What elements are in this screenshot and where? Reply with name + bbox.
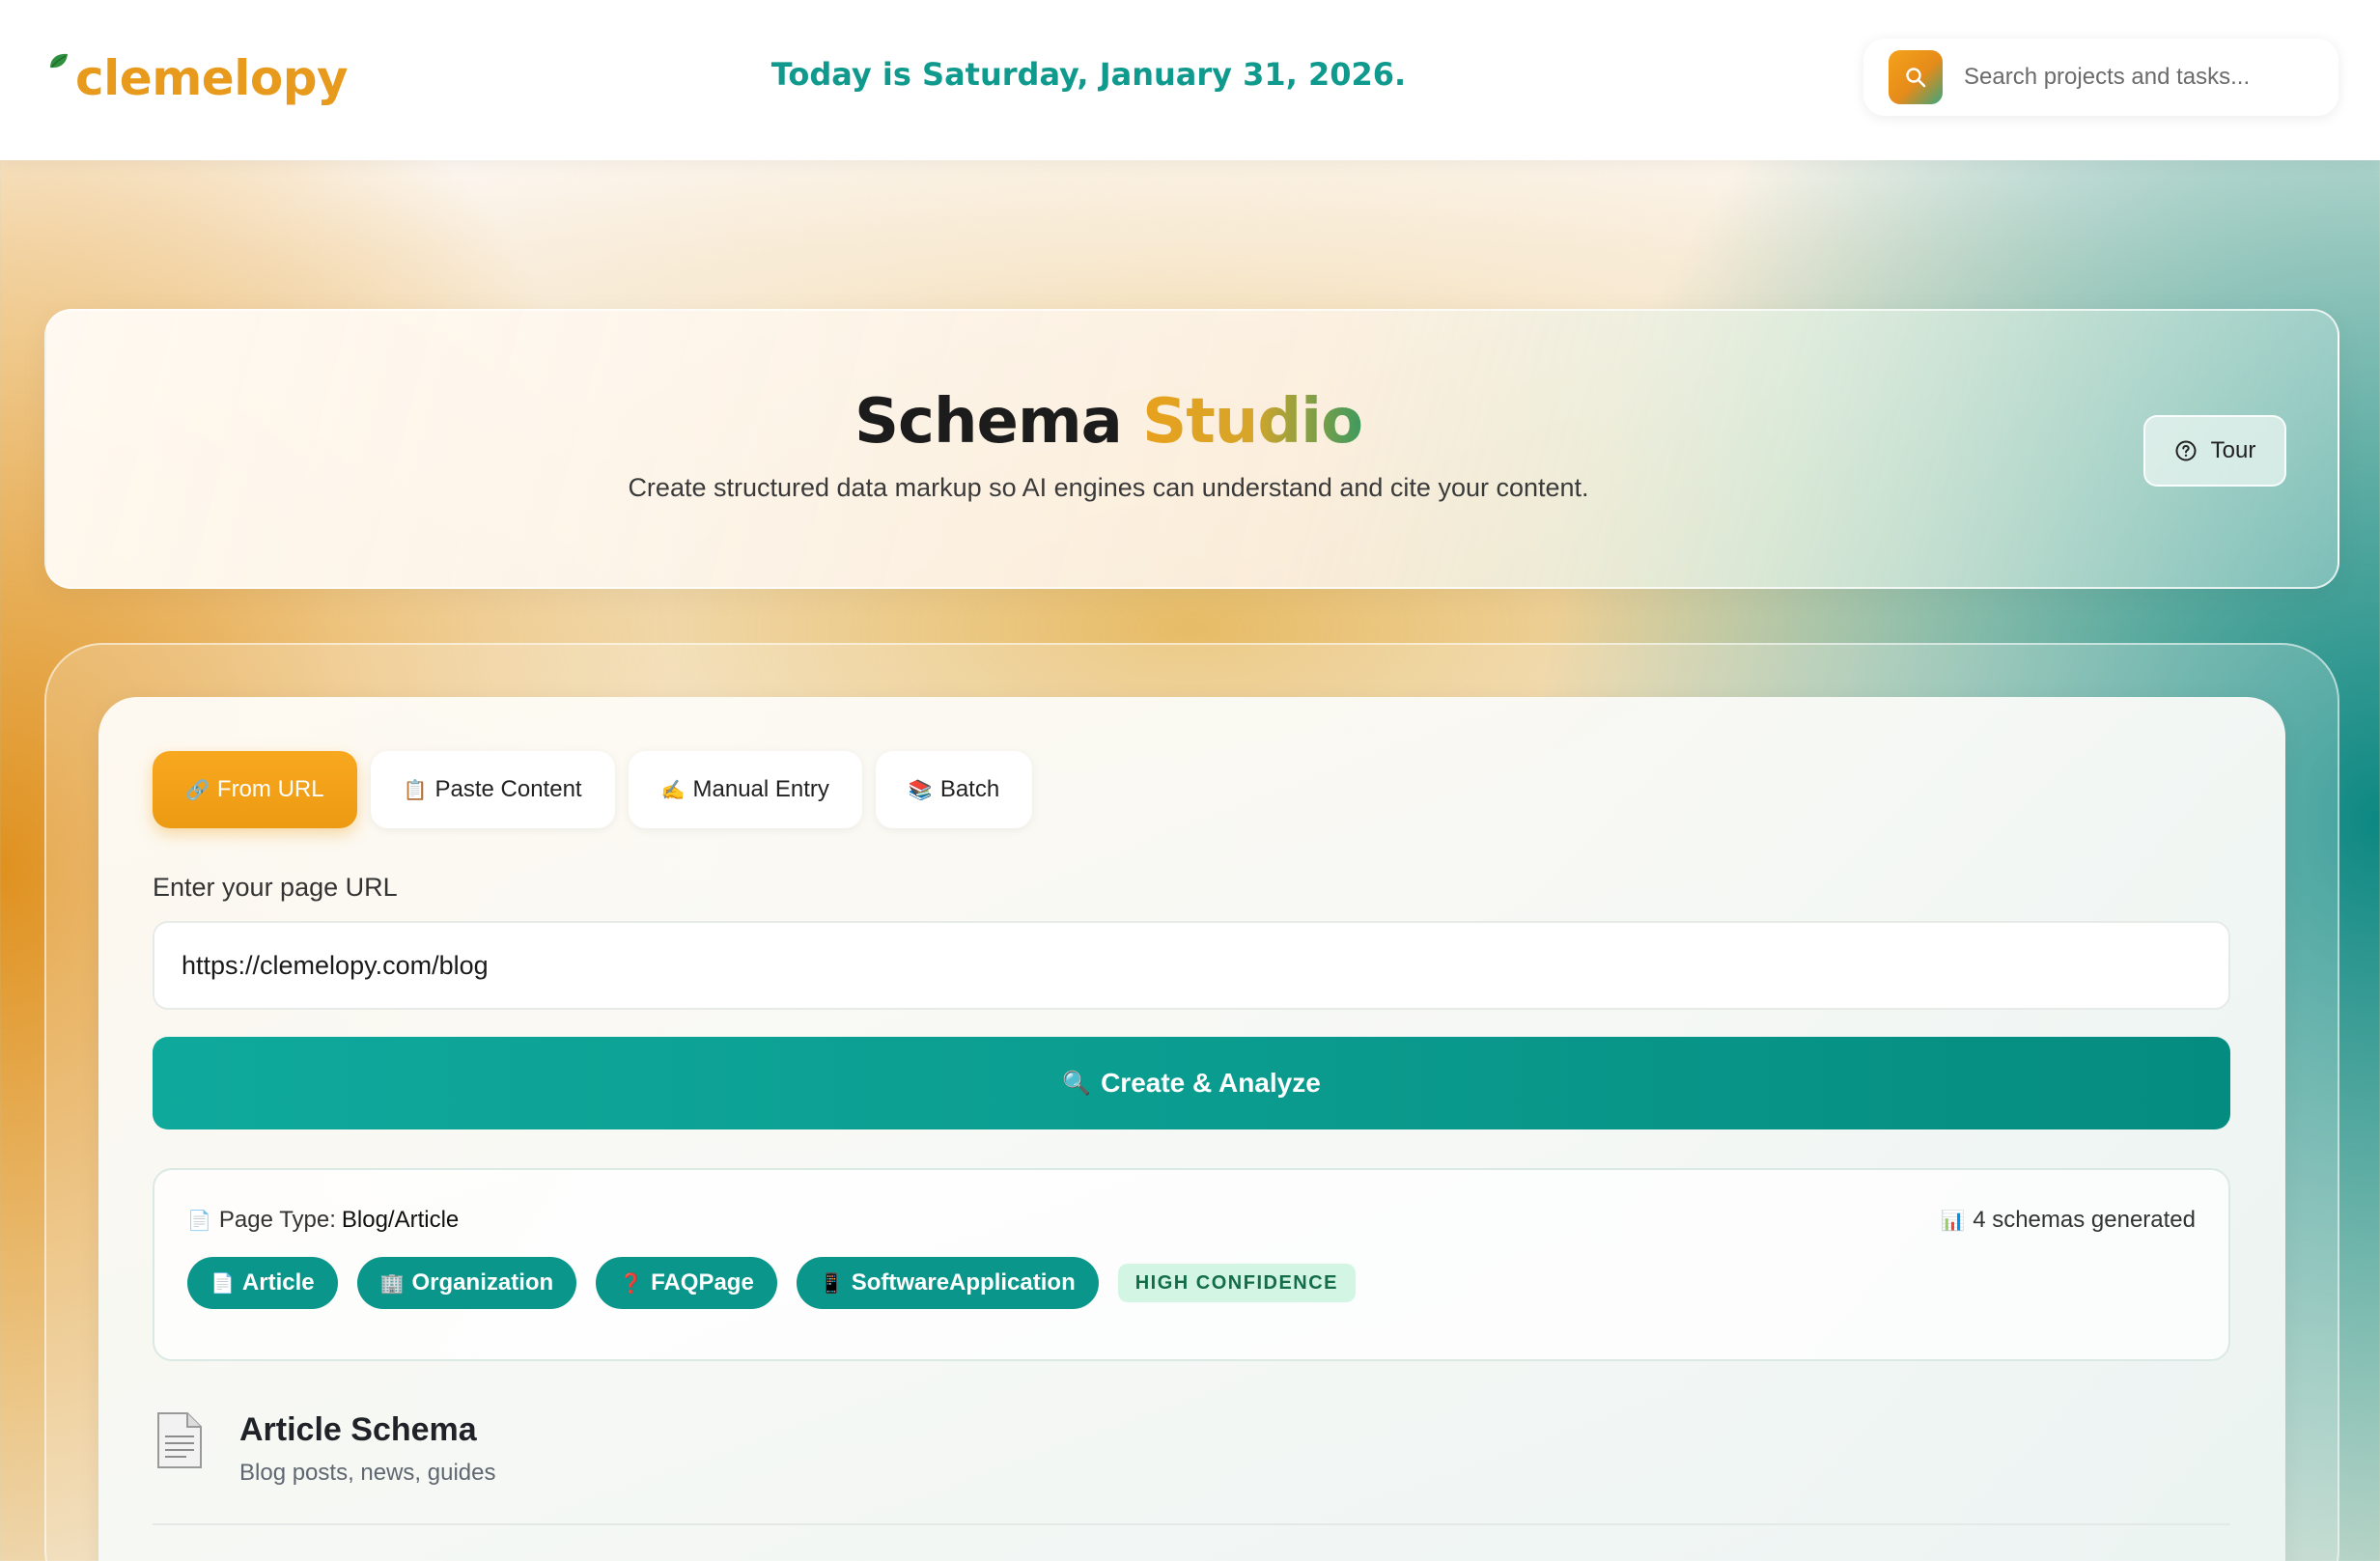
tab-label: Manual Entry: [692, 776, 829, 802]
top-bar: clemelopy Today is Saturday, January 31,…: [0, 0, 2380, 160]
date-banner: Today is Saturday, January 31, 2026.: [770, 56, 1407, 93]
url-input[interactable]: [153, 921, 2230, 1010]
document-icon: [157, 1412, 202, 1468]
writing-hand-icon: ✍️: [660, 779, 686, 801]
question-icon: ❓: [619, 1272, 644, 1295]
tab-label: Paste Content: [434, 776, 582, 802]
chip-article[interactable]: 📄 Article: [187, 1257, 338, 1309]
chip-label: FAQPage: [651, 1269, 754, 1296]
hero-card: Schema Studio Create structured data mar…: [44, 309, 2339, 589]
schema-count-text: 4 schemas generated: [1973, 1207, 2196, 1233]
title-part-studio: Studio: [1142, 386, 1363, 458]
page-icon: 📄: [187, 1210, 211, 1232]
search-input[interactable]: [1964, 64, 2311, 91]
clipboard-icon: 📋: [403, 779, 428, 801]
help-circle-icon: [2175, 440, 2197, 461]
office-building-icon: 🏢: [379, 1272, 405, 1295]
input-mode-tabs: 🔗 From URL 📋 Paste Content ✍️ Manual Ent…: [153, 751, 1046, 828]
page-icon: 📄: [210, 1272, 235, 1295]
chip-label: Article: [241, 1269, 315, 1296]
url-field-label: Enter your page URL: [153, 873, 398, 902]
search-box: [1863, 39, 2338, 116]
page-type-row: 📄 Page Type: Blog/Article: [187, 1207, 459, 1234]
tab-manual-entry[interactable]: ✍️ Manual Entry: [628, 751, 862, 828]
tour-label: Tour: [2210, 437, 2256, 463]
article-schema-section: Article Schema Blog posts, news, guides: [153, 1409, 2230, 1525]
magnifier-icon: 🔍: [1062, 1070, 1092, 1097]
search-button[interactable]: [1889, 50, 1943, 104]
page-type-value: Blog/Article: [341, 1207, 460, 1233]
page-type-label: Page Type:: [218, 1207, 336, 1233]
chip-label: Organization: [411, 1269, 554, 1296]
article-schema-subtitle: Blog posts, news, guides: [239, 1460, 496, 1486]
bar-chart-icon: 📊: [1941, 1210, 1966, 1232]
schema-count: 📊 4 schemas generated: [1941, 1207, 2196, 1234]
page-title: Schema Studio: [46, 386, 2170, 458]
schema-builder-panel: 🔗 From URL 📋 Paste Content ✍️ Manual Ent…: [98, 697, 2285, 1561]
tab-label: From URL: [216, 776, 324, 802]
article-schema-title: Article Schema: [239, 1411, 477, 1448]
create-analyze-button[interactable]: 🔍 Create & Analyze: [153, 1037, 2230, 1129]
books-icon: 📚: [908, 779, 933, 801]
page-subtitle: Create structured data markup so AI engi…: [628, 473, 1589, 502]
chip-softwareapplication[interactable]: 📱 SoftwareApplication: [796, 1257, 1099, 1309]
tab-label: Batch: [939, 776, 1000, 802]
chip-faqpage[interactable]: ❓ FAQPage: [596, 1257, 777, 1309]
tab-batch[interactable]: 📚 Batch: [875, 751, 1033, 828]
search-icon: [1906, 68, 1926, 88]
tab-from-url[interactable]: 🔗 From URL: [153, 751, 357, 828]
tab-paste-content[interactable]: 📋 Paste Content: [370, 751, 615, 828]
chip-label: SoftwareApplication: [851, 1269, 1076, 1296]
mobile-phone-icon: 📱: [819, 1272, 844, 1295]
create-analyze-label: Create & Analyze: [1101, 1068, 1321, 1098]
link-icon: 🔗: [185, 779, 210, 801]
chip-organization[interactable]: 🏢 Organization: [356, 1257, 577, 1309]
title-part-schema: Schema: [854, 386, 1123, 458]
tour-button[interactable]: Tour: [2143, 415, 2286, 487]
confidence-badge: HIGH CONFIDENCE: [1117, 1264, 1357, 1302]
schema-chips: 📄 Article 🏢 Organization ❓ FAQPage 📱 Sof…: [187, 1257, 1357, 1309]
analysis-result: 📄 Page Type: Blog/Article 📊 4 schemas ge…: [153, 1168, 2230, 1361]
